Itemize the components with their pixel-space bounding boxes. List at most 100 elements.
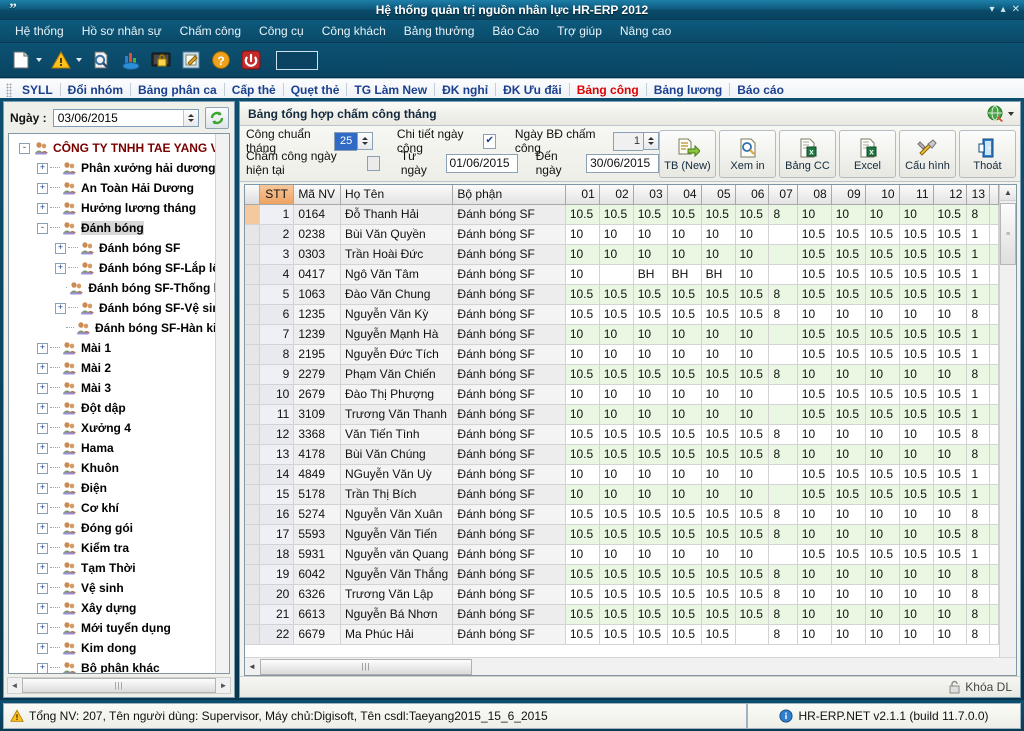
cell-day-4[interactable]: 10 bbox=[667, 404, 702, 425]
cell-ma-nv[interactable]: 4178 bbox=[293, 444, 341, 465]
row-selector[interactable] bbox=[245, 424, 260, 445]
collapse-icon[interactable]: - bbox=[19, 142, 30, 154]
cell-day-4[interactable]: 10 bbox=[667, 244, 702, 265]
cell-ma-nv[interactable]: 1239 bbox=[293, 324, 341, 345]
cell-ho-ten[interactable]: Nguyễn Mạnh Hà bbox=[340, 324, 454, 345]
cell-day-13[interactable]: 8 bbox=[966, 204, 990, 225]
cell-day-10[interactable]: 10.5 bbox=[865, 244, 900, 265]
cell-ma-nv[interactable]: 1235 bbox=[293, 304, 341, 325]
cell-day-10[interactable]: 10.5 bbox=[865, 344, 900, 365]
cell-day-1[interactable]: 10 bbox=[565, 324, 600, 345]
cell-bo-phan[interactable]: Đánh bóng SF bbox=[452, 524, 566, 545]
cell-day-10[interactable]: 10 bbox=[865, 504, 900, 525]
cell-day-12[interactable]: 10.5 bbox=[933, 464, 968, 485]
expand-icon[interactable]: + bbox=[37, 362, 48, 374]
cell-day-12[interactable]: 10.5 bbox=[933, 404, 968, 425]
table-row[interactable]: 1 0164 Đỗ Thanh Hải Đánh bóng SF 10.5 10.5 10.… bbox=[245, 204, 999, 225]
cell-day-10[interactable]: 10.5 bbox=[865, 224, 900, 245]
cell-stt[interactable]: 1 bbox=[259, 204, 295, 225]
cell-day-13[interactable]: 1 bbox=[966, 284, 990, 305]
den-ngay-input[interactable]: 30/06/2015 bbox=[586, 153, 660, 173]
row-selector[interactable] bbox=[245, 504, 260, 525]
cell-day-11[interactable]: 10 bbox=[899, 624, 934, 645]
cell-day-7[interactable]: 8 bbox=[768, 584, 798, 605]
cell-day-10[interactable]: 10.5 bbox=[865, 544, 900, 565]
cell-day-9[interactable]: 10 bbox=[831, 424, 866, 445]
minimize-icon[interactable]: ▾ bbox=[990, 4, 995, 15]
cell-day-3[interactable]: 10.5 bbox=[633, 444, 668, 465]
row-selector[interactable] bbox=[245, 544, 260, 565]
cell-day-8[interactable]: 10.5 bbox=[797, 404, 832, 425]
cell-day-2[interactable]: 10 bbox=[599, 244, 634, 265]
cell-day-5[interactable]: 10 bbox=[701, 464, 736, 485]
cell-day-11[interactable]: 10 bbox=[899, 604, 934, 625]
table-row[interactable]: 6 1235 Nguyễn Văn Kỳ Đánh bóng SF 10.5 10.5 10… bbox=[245, 304, 999, 325]
cell-day-2[interactable]: 10.5 bbox=[599, 524, 634, 545]
cell-day-9[interactable]: 10 bbox=[831, 364, 866, 385]
grid-header-stt[interactable]: STT bbox=[259, 185, 295, 205]
cell-stt[interactable]: 18 bbox=[259, 544, 295, 565]
cell-day-12[interactable]: 10.5 bbox=[933, 344, 968, 365]
tree-node[interactable]: + Xây dựng bbox=[11, 598, 227, 618]
cell-day-3[interactable]: 10 bbox=[633, 344, 668, 365]
cell-day-6[interactable]: 10 bbox=[735, 404, 770, 425]
cell-day-12[interactable]: 10 bbox=[933, 564, 968, 585]
cell-day-12[interactable]: 10 bbox=[933, 624, 968, 645]
cell-day-8[interactable]: 10.5 bbox=[797, 284, 832, 305]
row-selector[interactable] bbox=[245, 584, 260, 605]
cell-day-8[interactable]: 10 bbox=[797, 364, 832, 385]
grid-header-03[interactable]: 03 bbox=[633, 185, 668, 205]
row-selector[interactable] bbox=[245, 304, 260, 325]
table-row[interactable]: 22 6679 Ma Phúc Hải Đánh bóng SF 10.5 10.5 10.… bbox=[245, 624, 999, 645]
tu-ngay-input[interactable]: 01/06/2015 bbox=[445, 153, 519, 173]
chevron-down-icon[interactable] bbox=[1008, 111, 1014, 116]
expand-icon[interactable]: + bbox=[37, 482, 48, 494]
cell-day-6[interactable]: 10.5 bbox=[735, 204, 770, 225]
cell-day-8[interactable]: 10 bbox=[797, 604, 832, 625]
tree-node[interactable]: + Mài 2 bbox=[11, 358, 227, 378]
cell-ho-ten[interactable]: Ma Phúc Hải bbox=[340, 624, 454, 645]
table-row[interactable]: 14 4849 NGuyễn Văn Uỳ Đánh bóng SF 10 10 10 10 1… bbox=[245, 464, 999, 485]
cell-ho-ten[interactable]: Ngô Văn Tâm bbox=[340, 264, 454, 285]
cell-ho-ten[interactable]: Trần Thị Bích bbox=[340, 484, 454, 505]
cell-day-8[interactable]: 10.5 bbox=[797, 224, 832, 245]
cell-day-3[interactable]: 10.5 bbox=[633, 564, 668, 585]
cell-day-2[interactable]: 10 bbox=[599, 384, 634, 405]
cell-day-6[interactable]: 10.5 bbox=[735, 284, 770, 305]
cell-day-13[interactable]: 1 bbox=[966, 384, 990, 405]
tab-bang-luong[interactable]: Bảng lương bbox=[647, 82, 730, 98]
tree-node[interactable]: - Đánh bóng bbox=[11, 218, 227, 238]
cell-stt[interactable]: 2 bbox=[259, 224, 295, 245]
cell-day-11[interactable]: 10 bbox=[899, 364, 934, 385]
expand-icon[interactable]: + bbox=[37, 602, 48, 614]
cell-day-2[interactable]: 10.5 bbox=[599, 364, 634, 385]
menu-bang-thuong[interactable]: Bảng thưởng bbox=[395, 22, 484, 40]
help-question-icon[interactable]: ? bbox=[208, 47, 234, 73]
cell-ma-nv[interactable]: 4849 bbox=[293, 464, 341, 485]
cell-day-8[interactable]: 10 bbox=[797, 304, 832, 325]
cell-day-6[interactable]: 10.5 bbox=[735, 564, 770, 585]
cell-day-4[interactable]: 10.5 bbox=[667, 364, 702, 385]
cell-day-5[interactable]: 10 bbox=[701, 544, 736, 565]
cell-day-10[interactable]: 10 bbox=[865, 444, 900, 465]
cell-day-1[interactable]: 10.5 bbox=[565, 624, 600, 645]
table-row[interactable]: 11 3109 Trương Văn Thanh Đánh bóng SF 10 10 10… bbox=[245, 404, 999, 425]
cell-stt[interactable]: 12 bbox=[259, 424, 295, 445]
warning-caret-icon[interactable] bbox=[76, 58, 82, 62]
khoa-dl-label[interactable]: Khóa DL bbox=[965, 680, 1012, 694]
row-selector[interactable] bbox=[245, 564, 260, 585]
grid-scroll-left-icon[interactable]: ◄ bbox=[245, 662, 259, 671]
cell-day-3[interactable]: 10 bbox=[633, 484, 668, 505]
cham-cong-hien-tai-checkbox[interactable] bbox=[366, 155, 381, 171]
cell-day-9[interactable]: 10.5 bbox=[831, 384, 866, 405]
cell-day-11[interactable]: 10 bbox=[899, 204, 934, 225]
cell-day-1[interactable]: 10.5 bbox=[565, 284, 600, 305]
cell-day-7[interactable]: 8 bbox=[768, 504, 798, 525]
cell-day-7[interactable] bbox=[768, 344, 798, 365]
monitor-lock-icon[interactable] bbox=[148, 47, 174, 73]
cell-day-4[interactable]: 10.5 bbox=[667, 444, 702, 465]
tab-syll[interactable]: SYLL bbox=[15, 82, 60, 98]
cell-ma-nv[interactable]: 0164 bbox=[293, 204, 341, 225]
edit-form-icon[interactable] bbox=[178, 47, 204, 73]
row-selector[interactable] bbox=[245, 484, 260, 505]
